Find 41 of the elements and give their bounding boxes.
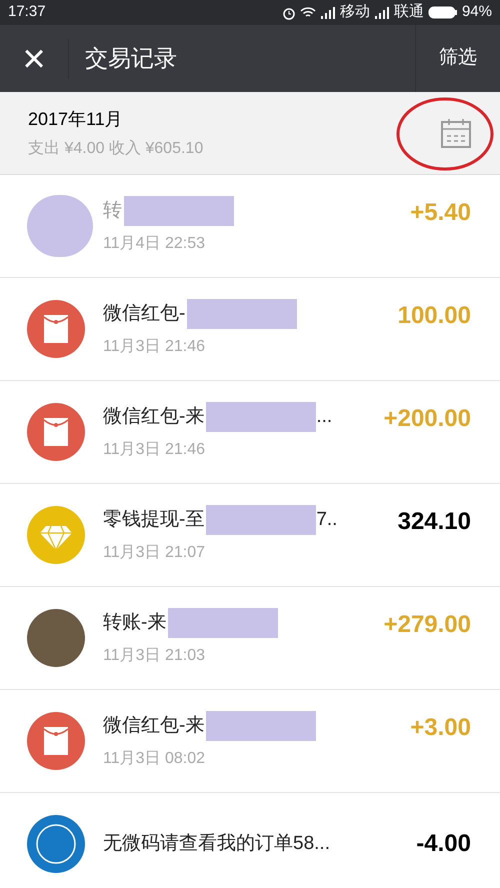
signal-icon <box>320 6 336 18</box>
transaction-amount: +200.00 <box>384 404 471 434</box>
title-ellipsis: 7.. <box>316 508 338 532</box>
status-time: 17:37 <box>8 2 46 22</box>
battery-icon <box>428 6 458 19</box>
transaction-title: 转账-来 <box>103 610 166 635</box>
battery-level: 94% <box>462 2 492 22</box>
transaction-amount: 324.10 <box>398 507 471 537</box>
transaction-amount: -4.00 <box>416 829 471 859</box>
logo-icon <box>27 815 85 873</box>
transaction-time: 11月3日 21:03 <box>103 646 206 666</box>
transaction-title: 无微码请查看我的订单58... <box>103 832 330 856</box>
transaction-title: 微信红包-来 <box>103 714 204 738</box>
transaction-time: 11月3日 21:46 <box>103 337 206 357</box>
transaction-amount: 100.00 <box>398 301 471 331</box>
transaction-time: 11月3日 21:46 <box>103 440 206 460</box>
wifi-icon <box>300 6 316 19</box>
transaction-title: 微信红包-来 <box>103 404 204 429</box>
calendar-icon[interactable] <box>440 117 472 149</box>
transaction-amount: +5.40 <box>410 198 471 228</box>
month-summary: 支出 ¥4.00 收入 ¥605.10 <box>28 138 204 158</box>
transaction-amount: +3.00 <box>410 713 471 743</box>
carrier-name: 联通 <box>394 2 424 22</box>
transaction-time: 11月4日 22:53 <box>103 234 206 254</box>
title-ellipsis: ... <box>316 404 332 429</box>
signal-icon <box>374 6 390 18</box>
month-title: 2017年11月 <box>28 108 124 130</box>
envelope-icon <box>27 403 85 461</box>
close-button[interactable]: × <box>0 25 68 92</box>
transaction-title: 零钱提现-至 <box>103 508 204 532</box>
carrier-name: 移动 <box>340 2 370 22</box>
transaction-time: 11月3日 08:02 <box>103 749 206 769</box>
transaction-amount: +279.00 <box>384 610 471 640</box>
alarm-icon <box>282 6 296 20</box>
transaction-title: 转 <box>103 198 122 223</box>
transaction-title: 微信红包- <box>103 302 186 326</box>
envelope-icon <box>27 300 85 358</box>
envelope-icon <box>27 712 85 770</box>
transaction-time: 11月3日 21:07 <box>103 543 206 563</box>
page-title: 交易记录 <box>85 44 177 74</box>
filter-button[interactable]: 筛选 <box>416 25 500 92</box>
